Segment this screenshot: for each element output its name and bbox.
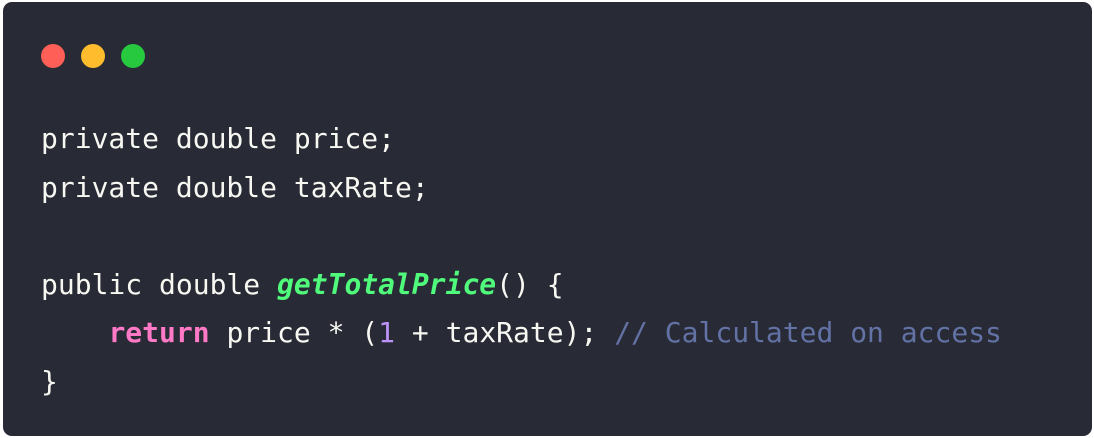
window-controls [41, 44, 145, 68]
return-keyword: return [108, 316, 210, 349]
code-line-2: private double taxRate; [41, 170, 429, 204]
close-dot-icon[interactable] [41, 44, 65, 68]
code-line-1: private double price; [41, 122, 396, 155]
code-line-4: public double getTotalPrice() { [41, 261, 1002, 310]
code-text: price * ( [209, 316, 379, 349]
number-literal: 1 [378, 316, 396, 349]
function-name: getTotalPrice [277, 267, 497, 301]
code-window: private double price; private double taxR… [3, 2, 1092, 436]
code-line-5: return price * (1 + taxRate); // Calcula… [41, 309, 1002, 358]
code-text: public double [41, 267, 278, 301]
code-comment: // Calculated on access [614, 316, 1002, 349]
code-text: () { [496, 267, 564, 301]
code-block: private double price; private double taxR… [41, 115, 1002, 406]
maximize-dot-icon[interactable] [121, 44, 145, 68]
minimize-dot-icon[interactable] [81, 44, 105, 68]
code-text: + taxRate); [395, 316, 615, 349]
code-line-6: } [41, 364, 58, 398]
